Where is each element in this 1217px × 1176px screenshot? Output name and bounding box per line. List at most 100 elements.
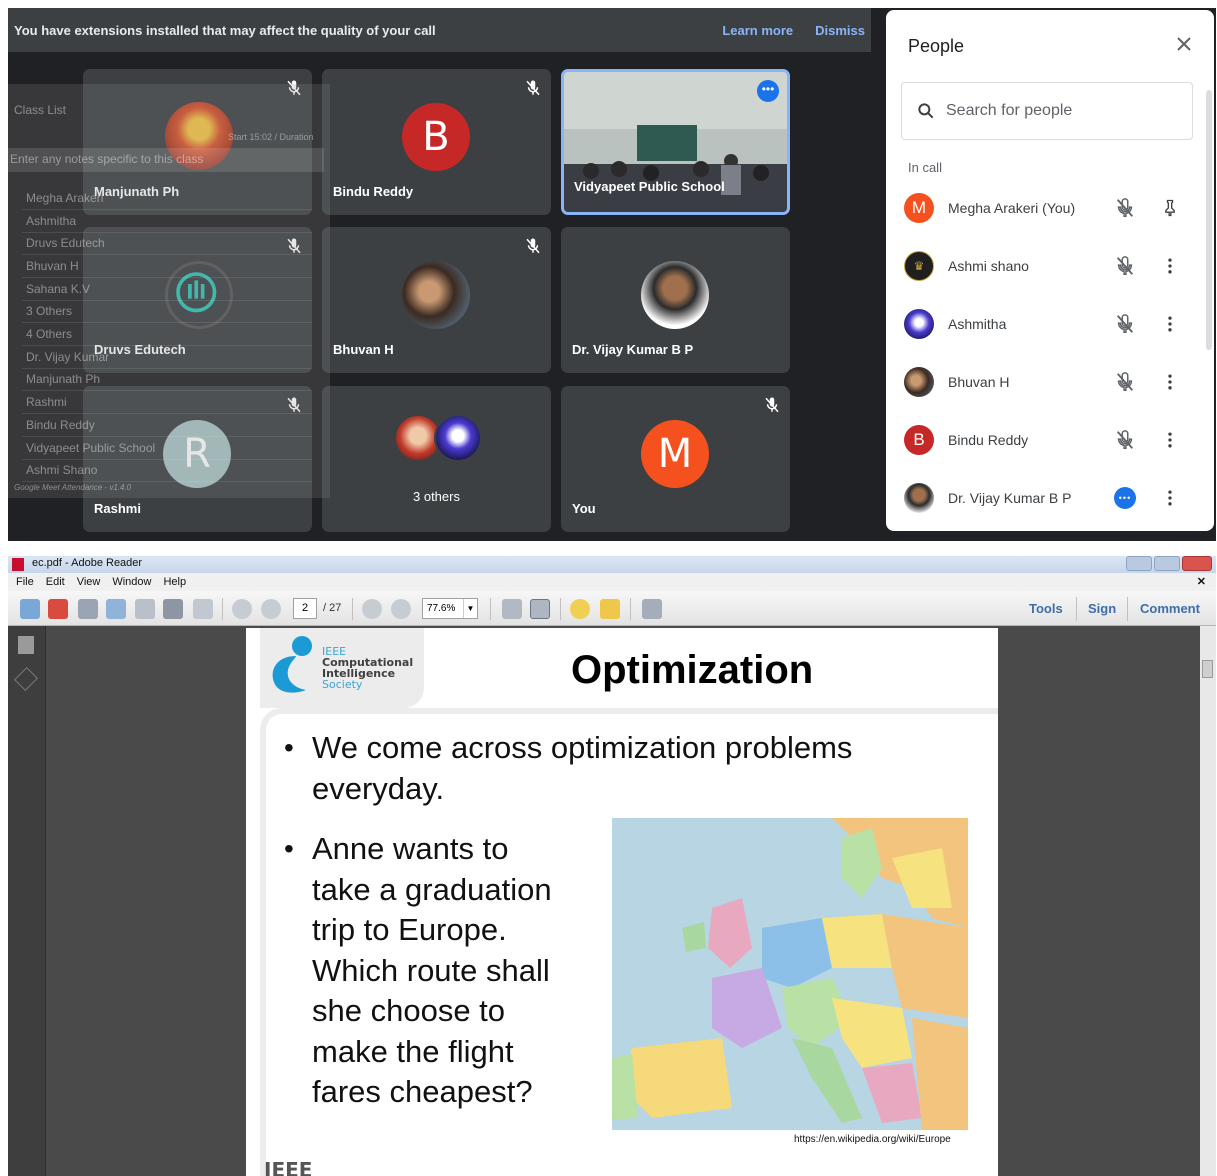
- mic-off-icon: [765, 397, 779, 413]
- fit-page-icon[interactable]: [530, 599, 550, 619]
- attendance-row: Rashmi: [22, 393, 312, 414]
- bullet-dot: •: [284, 833, 294, 864]
- bindu-avatar: B: [904, 425, 934, 455]
- participant-tile-others[interactable]: 3 others: [322, 386, 551, 532]
- bullet-2-line: Anne wants to: [312, 831, 509, 866]
- save-icon[interactable]: [135, 599, 155, 619]
- pages-thumbnail-icon[interactable]: [18, 636, 34, 654]
- zoom-out-icon[interactable]: [362, 599, 382, 619]
- sign-link[interactable]: Sign: [1088, 601, 1116, 616]
- people-row-vijay[interactable]: Dr. Vijay Kumar B P •••: [886, 472, 1214, 524]
- zoom-in-icon[interactable]: [391, 599, 411, 619]
- menu-file[interactable]: File: [16, 576, 34, 588]
- comment-icon[interactable]: [570, 599, 590, 619]
- attendance-row: 4 Others: [22, 325, 312, 346]
- bindu-avatar: B: [402, 103, 470, 171]
- mic-off-icon: [1116, 256, 1134, 275]
- more-vert-icon[interactable]: [1160, 313, 1180, 335]
- close-window-button[interactable]: [1182, 556, 1212, 571]
- notes-input[interactable]: Enter any notes specific to this class: [8, 148, 324, 172]
- scroll-thumb[interactable]: [1202, 660, 1213, 678]
- people-row-ashmitha[interactable]: Ashmitha: [886, 298, 1214, 350]
- dismiss-button[interactable]: Dismiss: [815, 23, 865, 38]
- attendance-row: Dr. Vijay Kumar: [22, 348, 312, 369]
- minimize-button[interactable]: [1126, 556, 1152, 571]
- section-label: In call: [908, 160, 942, 175]
- page-total: / 27: [323, 602, 342, 614]
- more-vert-icon[interactable]: [1160, 487, 1180, 509]
- people-row-bindu[interactable]: B Bindu Reddy: [886, 414, 1214, 466]
- people-row-bhuvan[interactable]: Bhuvan H: [886, 356, 1214, 408]
- email-icon[interactable]: [193, 599, 213, 619]
- ashmi-avatar: ♛: [904, 251, 934, 281]
- vertical-scrollbar[interactable]: [1200, 626, 1216, 1176]
- pin-icon[interactable]: [1160, 197, 1180, 219]
- next-page-icon[interactable]: [261, 599, 281, 619]
- page-number-input[interactable]: 2: [293, 598, 317, 619]
- fit-width-icon[interactable]: [502, 599, 522, 619]
- people-title: People: [908, 36, 965, 56]
- search-input[interactable]: [946, 102, 1176, 120]
- map-credit: https://en.wikipedia.org/wiki/Europe: [794, 1134, 951, 1145]
- more-vert-icon[interactable]: [1160, 371, 1180, 393]
- attendance-stats: Start 15:02 / Duration: [228, 132, 314, 142]
- bullet-2-line: she choose to: [312, 993, 506, 1028]
- attendance-row: Sahana K.V: [22, 280, 312, 301]
- people-row-ashmi[interactable]: ♛ Ashmi shano: [886, 240, 1214, 292]
- participant-tile-you[interactable]: M You: [561, 386, 790, 532]
- chevron-down-icon: ▼: [463, 599, 477, 618]
- attendance-row: Ashmi Shano: [22, 461, 312, 482]
- attachments-icon[interactable]: [13, 666, 39, 692]
- comment-link[interactable]: Comment: [1140, 601, 1200, 616]
- search-box[interactable]: [901, 82, 1193, 140]
- fullscreen-icon[interactable]: [642, 599, 662, 619]
- participant-tile-bindu[interactable]: B Bindu Reddy: [322, 69, 551, 215]
- participant-tile-vijay[interactable]: Dr. Vijay Kumar B P: [561, 227, 790, 373]
- edit-icon[interactable]: [78, 599, 98, 619]
- tools-link[interactable]: Tools: [1029, 601, 1063, 616]
- zoom-select[interactable]: 77.6% ▼: [422, 598, 478, 619]
- menu-bar: File Edit View Window Help ✕: [8, 573, 1216, 591]
- logo-society: Society: [322, 678, 363, 691]
- bullet-1-line-2: everyday.: [312, 770, 445, 806]
- cloud-upload-icon[interactable]: [106, 599, 126, 619]
- vijay-avatar: [641, 261, 709, 329]
- highlight-icon[interactable]: [600, 599, 620, 619]
- participant-tile-bhuvan[interactable]: Bhuvan H: [322, 227, 551, 373]
- close-document-icon[interactable]: ✕: [1197, 575, 1206, 588]
- menu-view[interactable]: View: [77, 576, 101, 588]
- learn-more-link[interactable]: Learn more: [722, 23, 793, 38]
- mic-off-icon: [526, 80, 540, 96]
- attendance-extension-panel[interactable]: Class List Start 15:02 / Duration Enter …: [8, 84, 330, 498]
- create-pdf-icon[interactable]: [48, 599, 68, 619]
- menu-edit[interactable]: Edit: [46, 576, 65, 588]
- open-icon[interactable]: [20, 599, 40, 619]
- navigation-pane: [8, 626, 46, 1176]
- attendance-row: Vidyapeet Public School: [22, 439, 312, 460]
- bullet-1-line-1: We come across optimization problems: [312, 730, 853, 765]
- participant-tile-vidyapeet[interactable]: ••• Vidyapeet Public School: [561, 69, 790, 215]
- menu-window[interactable]: Window: [112, 576, 151, 588]
- people-row-megha[interactable]: M Megha Arakeri (You): [886, 182, 1214, 234]
- bullet-dot: •: [284, 732, 294, 763]
- previous-page-icon[interactable]: [232, 599, 252, 619]
- close-icon[interactable]: [1172, 32, 1196, 56]
- bhuvan-avatar: [904, 367, 934, 397]
- attendance-row: Manjunath Ph: [22, 370, 312, 391]
- more-vert-icon[interactable]: [1160, 429, 1180, 451]
- participant-name: Vidyapeet Public School: [574, 179, 725, 194]
- slide-title: Optimization: [571, 648, 814, 692]
- print-icon[interactable]: [163, 599, 183, 619]
- mic-off-icon: [1116, 314, 1134, 333]
- menu-help[interactable]: Help: [163, 576, 186, 588]
- more-vert-icon[interactable]: [1160, 255, 1180, 277]
- window-title: ec.pdf - Adobe Reader: [32, 557, 143, 569]
- attendance-row: Bhuvan H: [22, 257, 312, 278]
- attendance-title: Class List: [14, 103, 67, 117]
- vijay-avatar: [904, 483, 934, 513]
- more-options-icon[interactable]: •••: [757, 80, 779, 102]
- pdf-page: IEEE Computational Intelligence Society …: [246, 628, 998, 1176]
- europe-map-image: [612, 818, 968, 1130]
- attendance-row: Druvs Edutech: [22, 234, 312, 255]
- maximize-button[interactable]: [1154, 556, 1180, 571]
